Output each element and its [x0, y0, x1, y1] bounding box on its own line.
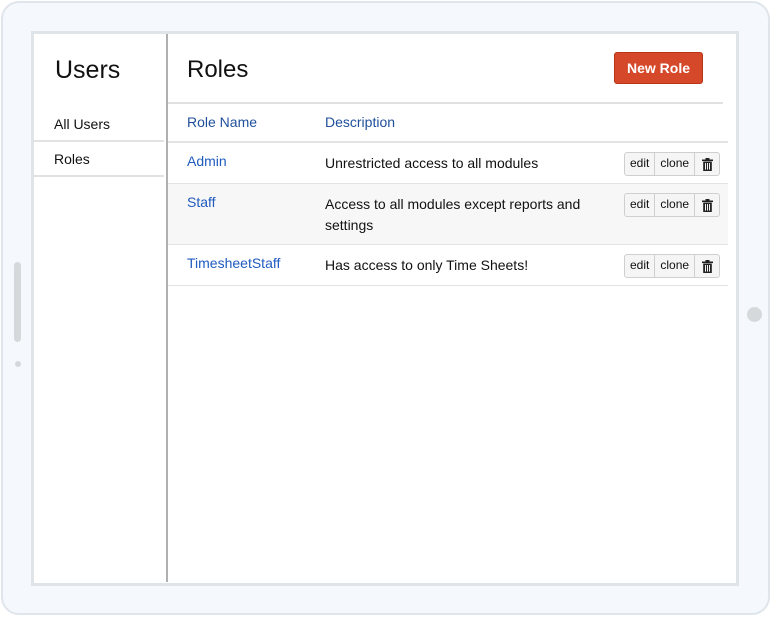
edit-button[interactable]: edit: [625, 194, 656, 216]
delete-button[interactable]: [695, 255, 719, 277]
column-header-role-name: Role Name: [187, 114, 258, 130]
role-description: Has access to only Time Sheets!: [325, 257, 529, 273]
table-header: Role Name Description: [168, 104, 728, 143]
main-content: Roles New Role Role Name Description Adm…: [168, 34, 736, 583]
edit-button[interactable]: edit: [625, 153, 656, 175]
tablet-side-button: [14, 262, 21, 342]
clone-button[interactable]: clone: [655, 194, 696, 216]
trash-icon: [701, 157, 713, 171]
page-title: Roles: [187, 56, 249, 83]
new-role-button[interactable]: New Role: [614, 52, 703, 84]
table-row: Admin Unrestricted access to all modules…: [168, 143, 728, 184]
clone-button[interactable]: clone: [655, 153, 696, 175]
trash-icon: [701, 259, 713, 273]
row-actions: edit clone: [624, 254, 721, 278]
role-name-link[interactable]: TimesheetStaff: [187, 255, 280, 271]
clone-button[interactable]: clone: [655, 255, 696, 277]
role-description: Unrestricted access to all modules: [325, 155, 539, 171]
edit-button[interactable]: edit: [625, 255, 656, 277]
table-row: Staff Access to all modules except repor…: [168, 184, 728, 245]
app-screen: Users All Users Roles Roles New Role Rol…: [31, 31, 739, 586]
sidebar: Users All Users Roles: [34, 34, 168, 582]
row-actions: edit clone: [624, 152, 721, 176]
column-header-description: Description: [325, 114, 396, 130]
tablet-camera-dot: [15, 361, 21, 367]
role-name-link[interactable]: Staff: [187, 194, 216, 210]
row-actions: edit clone: [624, 193, 721, 217]
delete-button[interactable]: [695, 194, 719, 216]
role-name-link[interactable]: Admin: [187, 153, 227, 169]
trash-icon: [701, 198, 713, 212]
delete-button[interactable]: [695, 153, 719, 175]
table-row: TimesheetStaff Has access to only Time S…: [168, 245, 728, 286]
sidebar-title: Users: [55, 56, 121, 84]
role-description: Access to all modules except reports and…: [325, 196, 581, 233]
sidebar-item-all-users[interactable]: All Users: [34, 107, 164, 142]
tablet-home-button: [747, 307, 762, 322]
sidebar-item-roles[interactable]: Roles: [34, 142, 164, 177]
